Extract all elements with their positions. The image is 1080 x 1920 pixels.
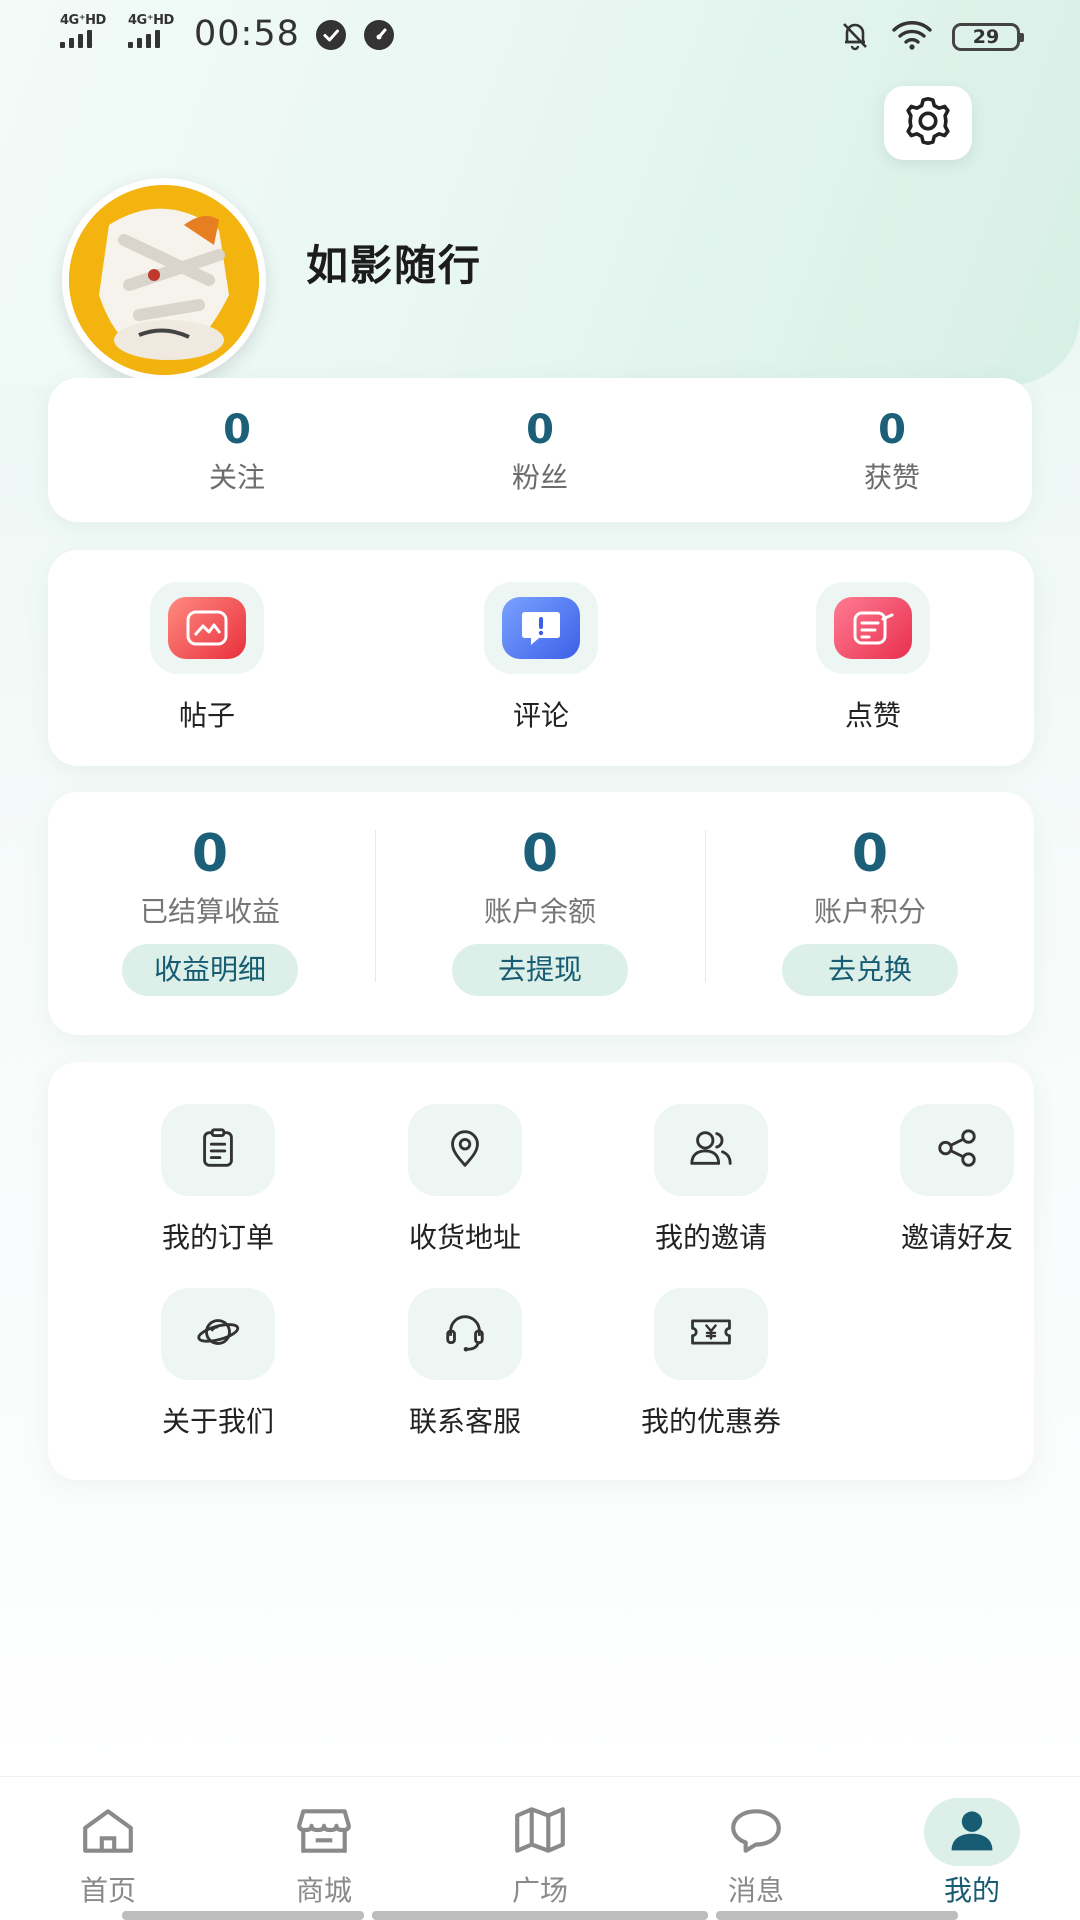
tab-label: 首页 <box>79 1874 136 1907</box>
status-bar: 4G⁺HD 4G⁺HD 00:58 29 <box>0 0 1080 70</box>
finance-label: 已结算收益 <box>139 895 280 928</box>
redeem-button[interactable]: 去兑换 <box>782 944 958 996</box>
tab-label: 我的 <box>943 1874 1000 1907</box>
tab-label: 广场 <box>511 1874 568 1907</box>
map-icon <box>511 1805 569 1859</box>
like-icon <box>834 597 912 659</box>
gesture-bar <box>372 1911 708 1920</box>
earnings-detail-button[interactable]: 收益明细 <box>122 944 298 996</box>
battery-level: 29 <box>972 26 1000 48</box>
user-icon <box>946 1807 998 1857</box>
share-icon <box>934 1125 980 1175</box>
divider <box>705 830 706 982</box>
stat-fans[interactable]: 0 粉丝 <box>440 408 640 496</box>
stats-card: 0 关注 0 粉丝 0 获赞 <box>48 378 1032 522</box>
finance-label: 账户积分 <box>813 895 926 928</box>
finance-earnings: 0 已结算收益 收益明细 <box>50 824 370 996</box>
clipboard-icon <box>195 1125 241 1175</box>
withdraw-button[interactable]: 去提现 <box>452 944 628 996</box>
speedometer-icon <box>364 20 394 50</box>
signal-bars-icon <box>60 30 92 48</box>
finance-value: 0 <box>851 824 889 884</box>
services-card: 我的订单 收货地址 我的邀请 邀请好友 关于我们 联系客服 我的优惠券 <box>48 1062 1034 1480</box>
avatar[interactable] <box>62 178 266 382</box>
tab-plaza[interactable]: 广场 <box>432 1777 648 1920</box>
avatar-image <box>69 185 259 375</box>
wifi-icon <box>890 18 934 56</box>
service-label: 我的优惠券 <box>640 1405 781 1438</box>
service-invite-friends[interactable]: 邀请好友 <box>842 1104 1072 1256</box>
signal-indicator-2: 4G⁺HD <box>128 14 174 48</box>
stat-likes[interactable]: 0 获赞 <box>792 408 992 496</box>
activity-label: 评论 <box>512 699 569 732</box>
finance-value: 0 <box>521 824 559 884</box>
users-icon <box>686 1125 736 1175</box>
headset-icon <box>442 1309 488 1359</box>
battery-icon: 29 <box>952 23 1024 51</box>
gear-icon <box>899 92 957 154</box>
comment-icon <box>502 597 580 659</box>
stat-value: 0 <box>223 407 251 453</box>
tab-label: 商城 <box>295 1874 352 1907</box>
tab-mine[interactable]: 我的 <box>864 1777 1080 1920</box>
activity-comments[interactable]: 评论 <box>461 582 621 734</box>
activity-card: 帖子 评论 点赞 <box>48 550 1034 766</box>
mute-bell-icon <box>838 18 872 56</box>
gesture-bar <box>122 1911 364 1920</box>
username: 如影随行 <box>306 241 483 290</box>
network-type-label: 4G⁺HD <box>128 13 174 28</box>
store-icon <box>295 1805 353 1859</box>
stat-following[interactable]: 0 关注 <box>137 408 337 496</box>
location-pin-icon <box>442 1125 488 1175</box>
planet-icon <box>195 1309 241 1359</box>
tab-label: 消息 <box>727 1874 784 1907</box>
activity-label: 帖子 <box>178 699 235 732</box>
service-my-coupons[interactable]: 我的优惠券 <box>596 1288 826 1440</box>
finance-card: 0 已结算收益 收益明细 0 账户余额 去提现 0 账户积分 去兑换 <box>48 792 1034 1035</box>
service-customer-support[interactable]: 联系客服 <box>350 1288 580 1440</box>
check-circle-icon <box>316 20 346 50</box>
service-label: 联系客服 <box>408 1405 521 1438</box>
service-label: 收货地址 <box>408 1221 521 1254</box>
network-type-label: 4G⁺HD <box>60 13 106 28</box>
tab-store[interactable]: 商城 <box>216 1777 432 1920</box>
finance-value: 0 <box>191 824 229 884</box>
finance-points: 0 账户积分 去兑换 <box>710 824 1030 996</box>
finance-balance: 0 账户余额 去提现 <box>380 824 700 996</box>
signal-bars-icon <box>128 30 160 48</box>
divider <box>375 830 376 982</box>
service-shipping-address[interactable]: 收货地址 <box>350 1104 580 1256</box>
stat-label: 关注 <box>208 461 265 494</box>
stat-label: 粉丝 <box>511 461 568 494</box>
activity-posts[interactable]: 帖子 <box>127 582 287 734</box>
service-label: 关于我们 <box>161 1405 274 1438</box>
service-label: 我的邀请 <box>654 1221 767 1254</box>
home-icon <box>79 1805 137 1859</box>
tab-home[interactable]: 首页 <box>0 1777 216 1920</box>
activity-likes[interactable]: 点赞 <box>793 582 953 734</box>
service-my-orders[interactable]: 我的订单 <box>103 1104 333 1256</box>
coupon-icon <box>687 1309 735 1359</box>
chat-bubble-icon <box>727 1805 785 1859</box>
tab-messages[interactable]: 消息 <box>648 1777 864 1920</box>
service-my-invitations[interactable]: 我的邀请 <box>596 1104 826 1256</box>
stat-value: 0 <box>878 407 906 453</box>
stat-value: 0 <box>526 407 554 453</box>
finance-label: 账户余额 <box>483 895 596 928</box>
signal-indicator-1: 4G⁺HD <box>60 14 106 48</box>
bottom-tab-bar: 首页 商城 广场 消息 我的 <box>0 1776 1080 1920</box>
service-label: 邀请好友 <box>900 1221 1013 1254</box>
status-time: 00:58 <box>194 14 300 54</box>
service-label: 我的订单 <box>161 1221 274 1254</box>
gesture-bar <box>716 1911 958 1920</box>
settings-button[interactable] <box>884 86 972 160</box>
post-icon <box>168 597 246 659</box>
service-about-us[interactable]: 关于我们 <box>103 1288 333 1440</box>
stat-label: 获赞 <box>863 461 920 494</box>
activity-label: 点赞 <box>844 699 901 732</box>
